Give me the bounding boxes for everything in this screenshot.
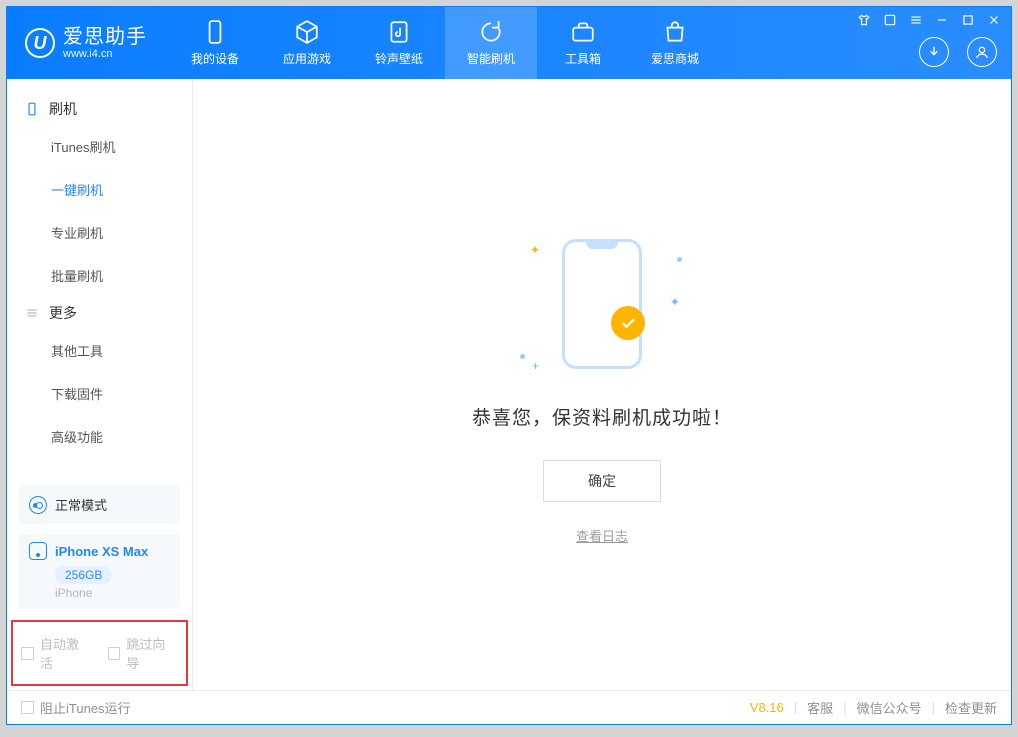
- separator: |: [794, 700, 797, 715]
- view-log-link[interactable]: 查看日志: [472, 526, 732, 545]
- footer-link-update[interactable]: 检查更新: [945, 698, 997, 717]
- refresh-icon: [478, 19, 504, 45]
- bag-icon: [662, 19, 688, 45]
- phone-icon: [202, 19, 228, 45]
- header-bar: U 爱思助手 www.i4.cn 我的设备 应用游戏 铃声壁纸 智能刷机: [7, 7, 1011, 79]
- device-type: iPhone: [55, 586, 170, 600]
- tab-label: 我的设备: [191, 50, 239, 67]
- tab-ringtones[interactable]: 铃声壁纸: [353, 7, 445, 79]
- phone-outline-icon: [562, 239, 642, 369]
- list-icon: [25, 306, 39, 320]
- tab-toolbox[interactable]: 工具箱: [537, 7, 629, 79]
- app-window: U 爱思助手 www.i4.cn 我的设备 应用游戏 铃声壁纸 智能刷机: [6, 6, 1012, 725]
- check-badge-icon: [611, 306, 645, 340]
- tab-my-device[interactable]: 我的设备: [169, 7, 261, 79]
- titlebar-controls: [857, 13, 1001, 27]
- toolbox-icon: [570, 19, 596, 45]
- body: 刷机 iTunes刷机 一键刷机 专业刷机 批量刷机 更多 其他工具 下载固件 …: [7, 79, 1011, 690]
- app-name: 爱思助手: [63, 26, 147, 48]
- logo: U 爱思助手 www.i4.cn: [25, 26, 147, 60]
- success-message: 恭喜您，保资料刷机成功啦！: [472, 403, 732, 430]
- checkbox-icon: [108, 647, 121, 660]
- sidebar-item-pro-flash[interactable]: 专业刷机: [7, 211, 192, 254]
- sparkle-icon: ✦: [530, 243, 540, 257]
- feedback-icon[interactable]: [883, 13, 897, 27]
- device-name: iPhone XS Max: [55, 544, 148, 559]
- checkbox-icon: [21, 647, 34, 660]
- footer-right: V8.16 | 客服 | 微信公众号 | 检查更新: [750, 698, 997, 717]
- checkbox-label: 自动激活: [40, 634, 92, 672]
- sidebar-item-other-tools[interactable]: 其他工具: [7, 329, 192, 372]
- menu-icon[interactable]: [909, 13, 923, 27]
- success-graphic: ✦ ✦ +: [542, 239, 662, 379]
- sparkle-icon: ✦: [670, 295, 680, 309]
- footer: 阻止iTunes运行 V8.16 | 客服 | 微信公众号 | 检查更新: [7, 690, 1011, 724]
- footer-link-wechat[interactable]: 微信公众号: [857, 698, 922, 717]
- tab-label: 爱思商城: [651, 50, 699, 67]
- tab-apps[interactable]: 应用游戏: [261, 7, 353, 79]
- checkbox-label: 阻止iTunes运行: [40, 698, 131, 717]
- mode-icon: [29, 496, 47, 514]
- checkbox-auto-activate[interactable]: 自动激活: [21, 634, 92, 672]
- mode-label: 正常模式: [55, 495, 107, 514]
- logo-text: 爱思助手 www.i4.cn: [63, 26, 147, 60]
- maximize-icon[interactable]: [961, 13, 975, 27]
- device-icon: [25, 102, 39, 116]
- cube-icon: [294, 19, 320, 45]
- tab-label: 智能刷机: [467, 50, 515, 67]
- logo-icon: U: [25, 28, 55, 58]
- dot-icon: [677, 257, 682, 262]
- sidebar-item-advanced[interactable]: 高级功能: [7, 415, 192, 458]
- device-phone-icon: [29, 542, 47, 560]
- separator: |: [932, 700, 935, 715]
- download-button[interactable]: [919, 37, 949, 67]
- checkbox-icon: [21, 701, 34, 714]
- checkbox-skip-wizard[interactable]: 跳过向导: [108, 634, 179, 672]
- tab-store[interactable]: 爱思商城: [629, 7, 721, 79]
- sidebar-group-flash[interactable]: 刷机: [7, 93, 192, 125]
- account-button[interactable]: [967, 37, 997, 67]
- footer-left: 阻止iTunes运行: [21, 698, 131, 717]
- sidebar-group-label: 刷机: [49, 99, 77, 119]
- header-right: [919, 37, 997, 67]
- device-capacity: 256GB: [55, 566, 112, 584]
- minimize-icon[interactable]: [935, 13, 949, 27]
- tab-label: 铃声壁纸: [375, 50, 423, 67]
- sidebar-item-download-fw[interactable]: 下载固件: [7, 372, 192, 415]
- music-file-icon: [386, 19, 412, 45]
- ok-button[interactable]: 确定: [543, 460, 661, 502]
- footer-link-support[interactable]: 客服: [807, 698, 833, 717]
- app-url: www.i4.cn: [63, 48, 147, 60]
- sidebar-group-label: 更多: [49, 303, 77, 323]
- version-label: V8.16: [750, 700, 784, 715]
- main-content: ✦ ✦ + 恭喜您，保资料刷机成功啦！ 确定 查看日志: [193, 79, 1011, 690]
- separator: |: [843, 700, 846, 715]
- sidebar-item-onekey-flash[interactable]: 一键刷机: [7, 168, 192, 211]
- header-tabs: 我的设备 应用游戏 铃声壁纸 智能刷机 工具箱 爱思商城: [169, 7, 721, 79]
- sparkle-icon: +: [532, 359, 539, 373]
- device-card[interactable]: iPhone XS Max 256GB iPhone: [19, 534, 180, 608]
- checkbox-label: 跳过向导: [126, 634, 178, 672]
- sidebar: 刷机 iTunes刷机 一键刷机 专业刷机 批量刷机 更多 其他工具 下载固件 …: [7, 79, 193, 690]
- tab-flash[interactable]: 智能刷机: [445, 7, 537, 79]
- tab-label: 应用游戏: [283, 50, 331, 67]
- sidebar-group-more[interactable]: 更多: [7, 297, 192, 329]
- skin-icon[interactable]: [857, 13, 871, 27]
- close-icon[interactable]: [987, 13, 1001, 27]
- sidebar-item-batch-flash[interactable]: 批量刷机: [7, 254, 192, 297]
- checkbox-block-itunes[interactable]: 阻止iTunes运行: [21, 698, 131, 717]
- sidebar-item-itunes-flash[interactable]: iTunes刷机: [7, 125, 192, 168]
- options-panel: 自动激活 跳过向导: [11, 620, 188, 686]
- dot-icon: [520, 354, 525, 359]
- tab-label: 工具箱: [565, 50, 601, 67]
- mode-card[interactable]: 正常模式: [19, 485, 180, 524]
